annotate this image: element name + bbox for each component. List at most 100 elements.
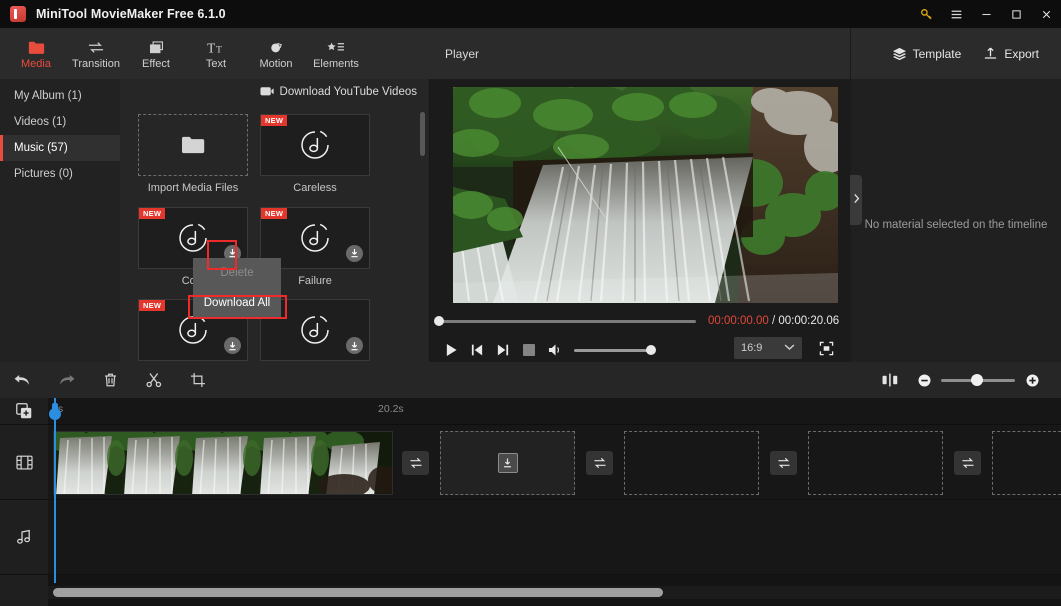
redo-button[interactable] bbox=[44, 362, 88, 398]
maximize-icon[interactable] bbox=[1001, 0, 1031, 28]
media-scrollbar[interactable] bbox=[420, 112, 425, 156]
close-icon[interactable] bbox=[1031, 0, 1061, 28]
add-media-icon bbox=[16, 403, 33, 419]
volume-handle[interactable] bbox=[646, 345, 656, 355]
music-note-icon bbox=[16, 529, 32, 545]
album-sidebar: My Album (1) Videos (1) Music (57) Pictu… bbox=[0, 79, 120, 370]
nav-item-elements[interactable]: Elements bbox=[306, 28, 366, 79]
transition-slot[interactable] bbox=[954, 451, 981, 475]
nav-item-transition[interactable]: Transition bbox=[66, 28, 126, 79]
audio-track[interactable] bbox=[48, 500, 1061, 575]
new-badge: NEW bbox=[261, 208, 287, 219]
media-card-careless[interactable]: NEW Careless bbox=[260, 114, 370, 197]
insert-media-icon[interactable] bbox=[498, 453, 518, 473]
playhead-handle[interactable] bbox=[49, 408, 61, 420]
track-head-add-media[interactable] bbox=[0, 398, 48, 425]
album-item-videos[interactable]: Videos (1) bbox=[0, 109, 120, 135]
play-button[interactable] bbox=[438, 337, 464, 363]
transition-slot[interactable] bbox=[402, 451, 429, 475]
fullscreen-icon bbox=[819, 341, 834, 356]
video-track[interactable] bbox=[48, 425, 1061, 500]
prev-frame-button[interactable] bbox=[464, 337, 490, 363]
seek-slider[interactable] bbox=[438, 320, 696, 323]
clip-placeholder[interactable] bbox=[440, 431, 575, 495]
stop-button[interactable] bbox=[516, 337, 542, 363]
film-icon bbox=[16, 455, 33, 470]
timeline-body: 0s 20.2s bbox=[0, 398, 1061, 606]
volume-slider[interactable] bbox=[574, 349, 652, 352]
music-note-icon bbox=[299, 222, 331, 254]
clip-thumbnail-strip bbox=[54, 432, 393, 495]
clip-placeholder[interactable] bbox=[624, 431, 759, 495]
top-nav: Media Transition Effect T T bbox=[0, 28, 429, 79]
track-head-video[interactable] bbox=[0, 425, 48, 500]
download-icon[interactable] bbox=[224, 337, 241, 354]
media-card-import[interactable]: Import Media Files bbox=[138, 114, 248, 197]
undo-button[interactable] bbox=[0, 362, 44, 398]
nav-item-text[interactable]: T T Text bbox=[186, 28, 246, 79]
template-button[interactable]: Template bbox=[892, 47, 962, 61]
zoom-slider[interactable] bbox=[941, 379, 1015, 382]
stop-icon bbox=[523, 344, 535, 356]
zoom-in-button[interactable] bbox=[1015, 362, 1049, 398]
folder-icon bbox=[28, 38, 45, 55]
download-icon[interactable] bbox=[346, 245, 363, 262]
import-thumbnail[interactable] bbox=[138, 114, 248, 176]
export-button[interactable]: Export bbox=[983, 46, 1039, 61]
panel-collapse-toggle[interactable] bbox=[850, 175, 862, 225]
album-item-pictures[interactable]: Pictures (0) bbox=[0, 161, 120, 187]
title-bar: MiniTool MovieMaker Free 6.1.0 bbox=[0, 0, 1061, 28]
app-window: MiniTool MovieMaker Free 6.1.0 Med bbox=[0, 0, 1061, 606]
clip-placeholder[interactable] bbox=[992, 431, 1061, 495]
album-item-music[interactable]: Music (57) bbox=[0, 135, 120, 161]
nav-label-motion: Motion bbox=[259, 58, 292, 70]
split-view-icon[interactable] bbox=[873, 362, 907, 398]
seek-row: 00:00:00.00 / 00:00:20.06 bbox=[430, 311, 850, 331]
nav-label-elements: Elements bbox=[313, 58, 359, 70]
music-note-icon bbox=[177, 314, 209, 346]
svg-text:T: T bbox=[216, 44, 222, 55]
track-head-audio[interactable] bbox=[0, 500, 48, 575]
app-title: MiniTool MovieMaker Free 6.1.0 bbox=[36, 7, 226, 21]
transition-icon bbox=[87, 38, 105, 55]
next-frame-button[interactable] bbox=[490, 337, 516, 363]
fullscreen-button[interactable] bbox=[816, 338, 836, 358]
zoom-handle[interactable] bbox=[971, 374, 983, 386]
video-clip[interactable] bbox=[53, 431, 393, 495]
video-preview[interactable] bbox=[453, 87, 838, 303]
nav-item-motion[interactable]: Motion bbox=[246, 28, 306, 79]
scissors-icon bbox=[146, 372, 162, 388]
download-icon[interactable] bbox=[346, 337, 363, 354]
music-note-icon bbox=[177, 222, 209, 254]
timeline-ruler[interactable]: 0s 20.2s bbox=[48, 398, 1061, 425]
download-youtube-button[interactable]: Download YouTube Videos bbox=[120, 79, 429, 104]
transition-slot[interactable] bbox=[586, 451, 613, 475]
nav-item-media[interactable]: Media bbox=[6, 28, 66, 79]
timeline-horizontal-scrollbar[interactable] bbox=[53, 588, 663, 597]
nav-item-effect[interactable]: Effect bbox=[126, 28, 186, 79]
seek-handle[interactable] bbox=[434, 316, 444, 326]
album-label: My Album (1) bbox=[14, 90, 82, 102]
youtube-download-icon bbox=[260, 86, 274, 97]
transition-slot[interactable] bbox=[770, 451, 797, 475]
music-thumbnail[interactable]: NEW bbox=[260, 114, 370, 176]
key-icon[interactable] bbox=[911, 0, 941, 28]
trash-icon bbox=[103, 372, 118, 388]
delete-button[interactable] bbox=[88, 362, 132, 398]
minitool-logo-icon bbox=[10, 6, 26, 22]
crop-button[interactable] bbox=[176, 362, 220, 398]
waterfall-preview-image bbox=[453, 87, 838, 303]
transition-swap-icon bbox=[593, 457, 607, 469]
zoom-out-button[interactable] bbox=[907, 362, 941, 398]
aspect-ratio-select[interactable]: 16:9 bbox=[734, 337, 802, 359]
time-display: 00:00:00.00 / 00:00:20.06 bbox=[708, 315, 839, 327]
transition-swap-icon bbox=[409, 457, 423, 469]
split-button[interactable] bbox=[132, 362, 176, 398]
music-note-icon bbox=[299, 314, 331, 346]
volume-button[interactable] bbox=[542, 337, 568, 363]
hamburger-menu-icon[interactable] bbox=[941, 0, 971, 28]
minimize-icon[interactable] bbox=[971, 0, 1001, 28]
album-item-my-album[interactable]: My Album (1) bbox=[0, 83, 120, 109]
clip-placeholder[interactable] bbox=[808, 431, 943, 495]
timeline-toolbar bbox=[0, 362, 1061, 398]
